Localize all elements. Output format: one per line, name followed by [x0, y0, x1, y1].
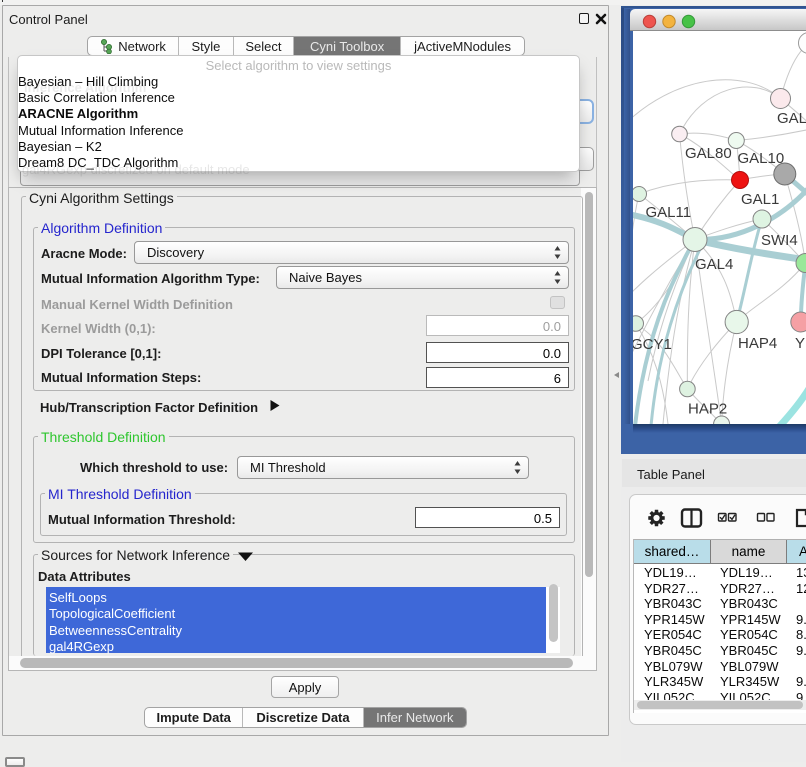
svg-text:HAP2: HAP2	[688, 401, 727, 418]
svg-text:HAP4: HAP4	[738, 335, 777, 352]
svg-text:GAL80: GAL80	[685, 145, 732, 162]
svg-text:GAL10: GAL10	[738, 150, 785, 167]
svg-text:Y: Y	[795, 335, 805, 352]
svg-text:GCY1: GCY1	[633, 336, 672, 353]
svg-text:GAL1: GAL1	[741, 191, 779, 208]
svg-text:SWI4: SWI4	[761, 232, 798, 249]
svg-text:GAL11: GAL11	[646, 204, 692, 221]
svg-text:GAL4: GAL4	[695, 256, 733, 273]
svg-text:GAL2: GAL2	[777, 110, 806, 127]
